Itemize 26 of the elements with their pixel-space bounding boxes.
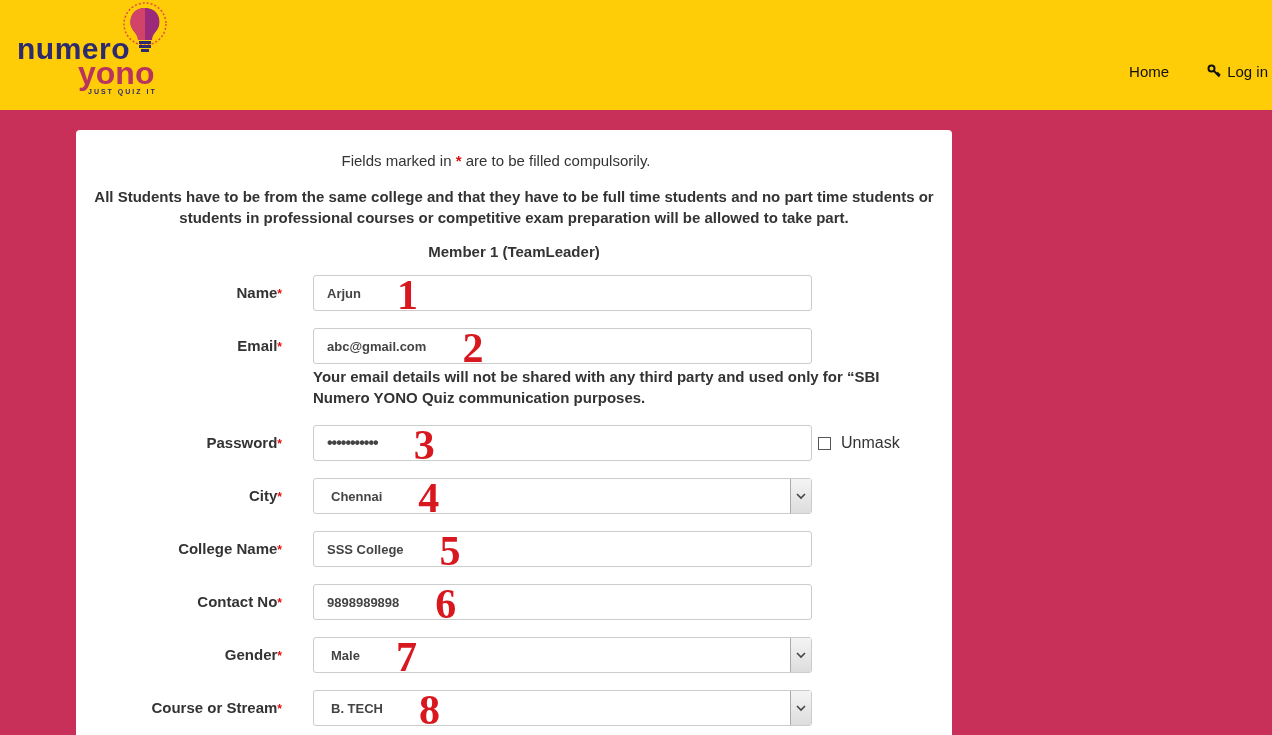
section-title: Member 1 (TeamLeader)	[427, 243, 601, 260]
input-field[interactable]: SSS College 5	[313, 531, 812, 567]
field-label: Course or Stream*	[150, 698, 282, 716]
field-label: Password*	[205, 433, 282, 451]
dropdown-field[interactable]: B. TECH 8	[313, 690, 812, 726]
field-label: Name*	[235, 283, 282, 301]
input-field[interactable]: 9898989898 6	[313, 584, 812, 620]
password-field[interactable]: ••••••••••• 3	[313, 425, 812, 461]
field-label: City*	[248, 486, 282, 504]
email-privacy-note: Your email details will not be shared with any third party and used only for “SBI Numero YONO Quiz communication purposes.	[313, 367, 881, 408]
input-field[interactable]: abc@gmail.com 2	[313, 328, 812, 364]
input-field[interactable]: Arjun 1	[313, 275, 812, 311]
dropdown-field[interactable]: Male 7	[313, 637, 812, 673]
field-label: Contact No*	[196, 592, 282, 610]
field-label: College Name*	[177, 539, 282, 557]
nav-link[interactable]: Home	[1129, 62, 1170, 80]
eligibility-notice: All Students have to be from the same college and that they have to be full time students and no part time students or students in professional courses or competitive exam preparation will be allowed to take part.	[93, 187, 935, 228]
required-fields-note: Fields marked in * are to be filled compulsorily.	[340, 152, 652, 169]
dropdown-field[interactable]: Chennai 4	[313, 478, 812, 514]
logo-wordmark: numero	[17, 34, 130, 64]
field-label: Gender*	[223, 645, 282, 663]
checkbox[interactable]	[818, 436, 831, 450]
field-label: Email*	[236, 336, 282, 354]
nav-link[interactable]: Log in	[1207, 62, 1268, 80]
checkbox-label: Unmask	[841, 434, 900, 452]
key-icon	[1207, 64, 1222, 78]
